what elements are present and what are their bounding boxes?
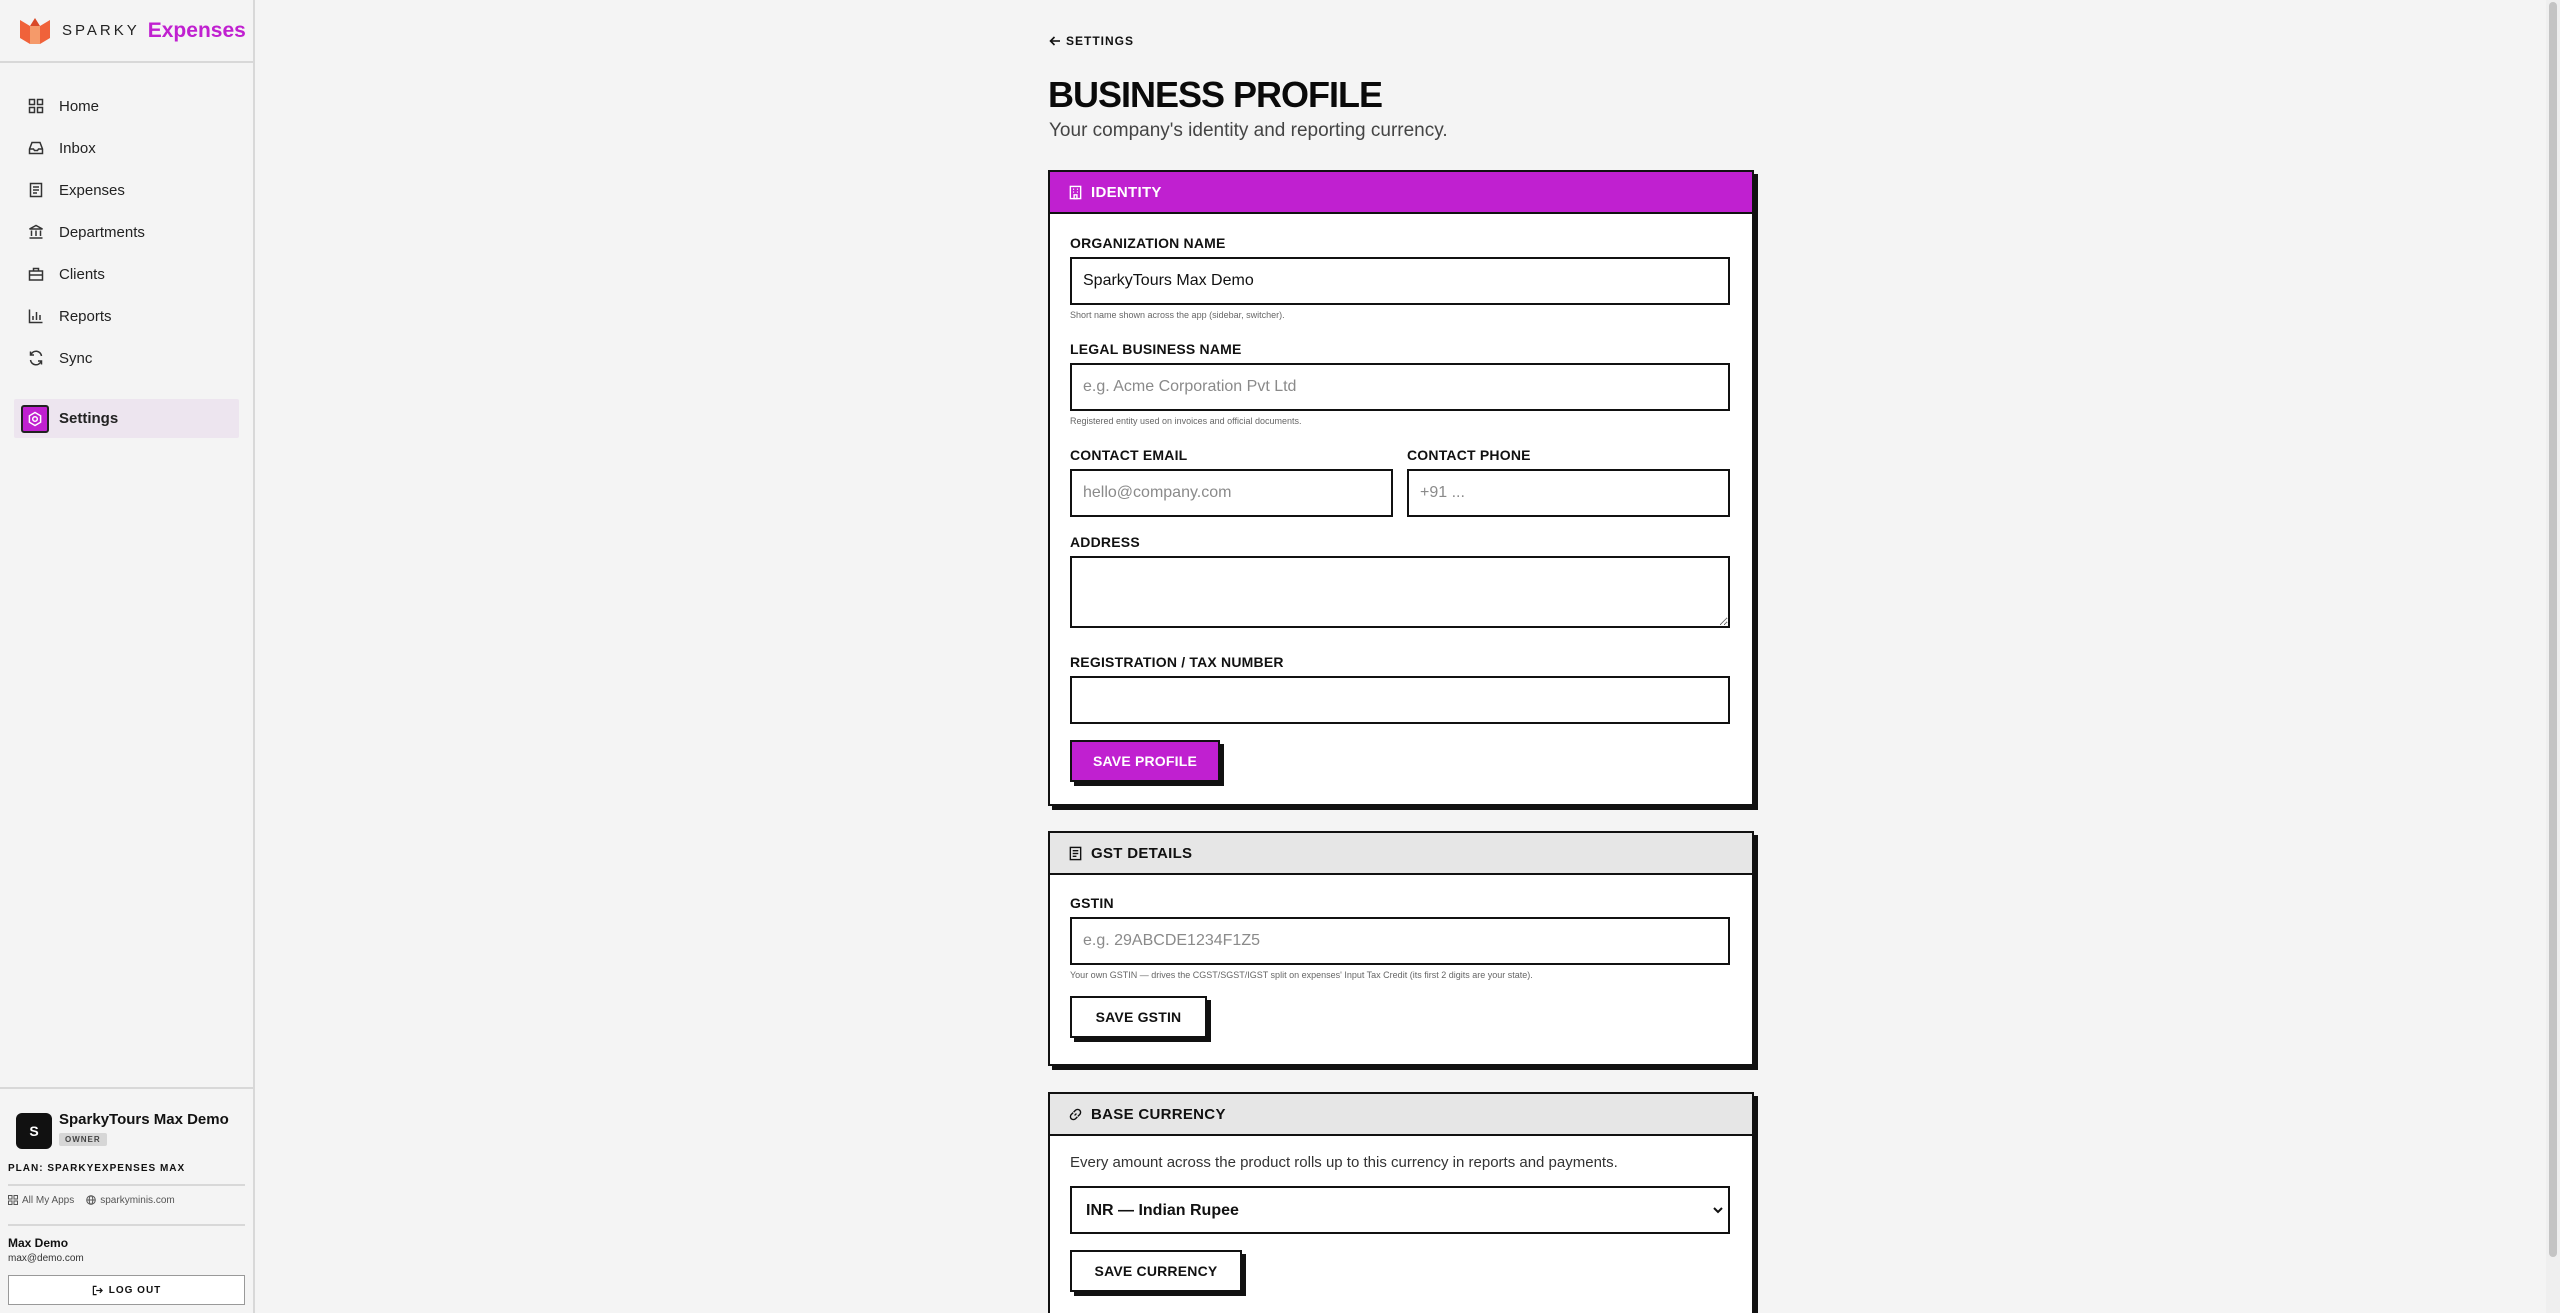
- currency-form: Every amount across the product rolls up…: [1050, 1154, 1752, 1292]
- site-label: sparkyminis.com: [100, 1194, 175, 1206]
- plan-label: PLAN: SPARKYEXPENSES MAX: [8, 1163, 186, 1174]
- gst-form: GSTIN Your own GSTIN — drives the CGST/S…: [1050, 895, 1752, 1038]
- currency-header-label: BASE CURRENCY: [1091, 1105, 1226, 1123]
- nav-item-label: Clients: [59, 265, 105, 283]
- page-title: BUSINESS PROFILE: [1048, 74, 1383, 115]
- org-name-input[interactable]: [1070, 257, 1730, 305]
- nav-item-label: Reports: [59, 307, 112, 325]
- nav-item-sync[interactable]: Sync: [0, 337, 253, 379]
- site-link[interactable]: sparkyminis.com: [86, 1194, 175, 1206]
- contact-phone-input[interactable]: [1407, 469, 1730, 517]
- address-textarea[interactable]: [1070, 556, 1730, 628]
- address-label: ADDRESS: [1070, 534, 1140, 550]
- back-to-settings-link[interactable]: SETTINGS: [1049, 34, 1134, 48]
- user-email: max@demo.com: [8, 1253, 84, 1264]
- nav-item-label: Expenses: [59, 181, 125, 199]
- gst-card: GST DETAILS GSTIN Your own GSTIN — drive…: [1048, 831, 1754, 1066]
- tax-number-label: REGISTRATION / TAX NUMBER: [1070, 654, 1284, 670]
- save-gstin-button[interactable]: SAVE GSTIN: [1070, 996, 1207, 1038]
- building-icon: [1069, 185, 1082, 199]
- contact-email-label: CONTACT EMAIL: [1070, 447, 1188, 463]
- inbox-icon: [28, 140, 44, 156]
- legal-name-hint: Registered entity used on invoices and o…: [1070, 416, 1302, 426]
- building-icon: [28, 224, 44, 240]
- sparky-logo-icon: [20, 17, 50, 44]
- org-avatar: S: [16, 1113, 52, 1149]
- logout-icon: [92, 1285, 103, 1295]
- briefcase-icon: [28, 266, 44, 282]
- brand-product: Expenses: [147, 18, 246, 42]
- org-name-label: ORGANIZATION NAME: [1070, 235, 1226, 251]
- org-role-badge: OWNER: [59, 1133, 107, 1146]
- logout-button[interactable]: LOG OUT: [8, 1275, 245, 1305]
- identity-header-label: IDENTITY: [1091, 183, 1162, 201]
- gst-header: GST DETAILS: [1050, 833, 1752, 875]
- identity-header: IDENTITY: [1050, 172, 1752, 214]
- nav-item-reports[interactable]: Reports: [0, 295, 253, 337]
- all-apps-label: All My Apps: [22, 1194, 75, 1206]
- contact-email-input[interactable]: [1070, 469, 1393, 517]
- nav-item-label: Sync: [59, 349, 93, 367]
- divider: [8, 1224, 245, 1226]
- nav-item-expenses[interactable]: Expenses: [0, 169, 253, 211]
- gst-header-label: GST DETAILS: [1091, 844, 1193, 862]
- save-profile-button[interactable]: SAVE PROFILE: [1070, 740, 1220, 782]
- contact-phone-label: CONTACT PHONE: [1407, 447, 1531, 463]
- nav-item-settings[interactable]: Settings: [14, 399, 239, 438]
- nav-item-inbox[interactable]: Inbox: [0, 127, 253, 169]
- page-subtitle: Your company's identity and reporting cu…: [1049, 120, 1448, 141]
- currency-card: BASE CURRENCY Every amount across the pr…: [1048, 1092, 1754, 1313]
- gstin-hint: Your own GSTIN — drives the CGST/SGST/IG…: [1070, 970, 1533, 980]
- nav-item-clients[interactable]: Clients: [0, 253, 253, 295]
- gear-icon: [21, 404, 49, 433]
- currency-header: BASE CURRENCY: [1050, 1094, 1752, 1136]
- logout-label: LOG OUT: [108, 1284, 162, 1296]
- main-nav: Home Inbox Expenses Departments Clients …: [0, 63, 253, 438]
- sidebar-footer: S SparkyTours Max Demo OWNER PLAN: SPARK…: [0, 1087, 253, 1313]
- page-scrollbar[interactable]: [2546, 0, 2560, 1313]
- legal-name-label: LEGAL BUSINESS NAME: [1070, 341, 1242, 357]
- user-name: Max Demo: [8, 1236, 69, 1250]
- back-label: SETTINGS: [1066, 34, 1135, 48]
- gstin-label: GSTIN: [1070, 895, 1114, 911]
- brand-name: SPARKY: [62, 22, 140, 39]
- nav-item-label: Inbox: [59, 139, 96, 157]
- tax-number-input[interactable]: [1070, 676, 1730, 724]
- org-name: SparkyTours Max Demo: [59, 1111, 229, 1128]
- nav-item-label: Settings: [59, 410, 119, 427]
- nav-item-departments[interactable]: Departments: [0, 211, 253, 253]
- org-name-hint: Short name shown across the app (sidebar…: [1070, 310, 1285, 320]
- grid-icon: [8, 1195, 18, 1205]
- save-currency-button[interactable]: SAVE CURRENCY: [1070, 1250, 1242, 1292]
- brand[interactable]: SPARKY Expenses: [0, 0, 253, 63]
- arrow-left-icon: [1049, 36, 1060, 46]
- document-icon: [1069, 846, 1082, 860]
- scrollbar-thumb[interactable]: [2549, 2, 2557, 1257]
- legal-name-input[interactable]: [1070, 363, 1730, 411]
- contact-row: CONTACT EMAIL CONTACT PHONE: [1070, 447, 1732, 517]
- identity-card: IDENTITY ORGANIZATION NAME Short name sh…: [1048, 170, 1754, 806]
- identity-form: ORGANIZATION NAME Short name shown acros…: [1050, 235, 1752, 782]
- link-icon: [1069, 1108, 1082, 1120]
- globe-icon: [86, 1195, 97, 1205]
- gstin-input[interactable]: [1070, 917, 1730, 965]
- sidebar: SPARKY Expenses Home Inbox Expenses Depa…: [0, 0, 255, 1313]
- currency-description: Every amount across the product rolls up…: [1070, 1154, 1618, 1171]
- home-icon: [28, 98, 44, 114]
- bar-chart-icon: [28, 308, 44, 324]
- currency-select-wrap: INR — Indian Rupee: [1070, 1186, 1730, 1234]
- app-root: SPARKY Expenses Home Inbox Expenses Depa…: [0, 0, 2560, 1313]
- refresh-icon: [28, 350, 44, 366]
- nav-item-label: Home: [59, 97, 100, 115]
- org-switcher[interactable]: S SparkyTours Max Demo OWNER: [8, 1111, 245, 1149]
- nav-item-home[interactable]: Home: [0, 85, 253, 127]
- nav-item-label: Departments: [59, 223, 145, 241]
- app-links: All My Apps sparkyminis.com: [8, 1186, 245, 1214]
- receipt-icon: [28, 182, 44, 198]
- currency-select[interactable]: INR — Indian Rupee: [1070, 1186, 1730, 1234]
- all-apps-link[interactable]: All My Apps: [8, 1195, 74, 1206]
